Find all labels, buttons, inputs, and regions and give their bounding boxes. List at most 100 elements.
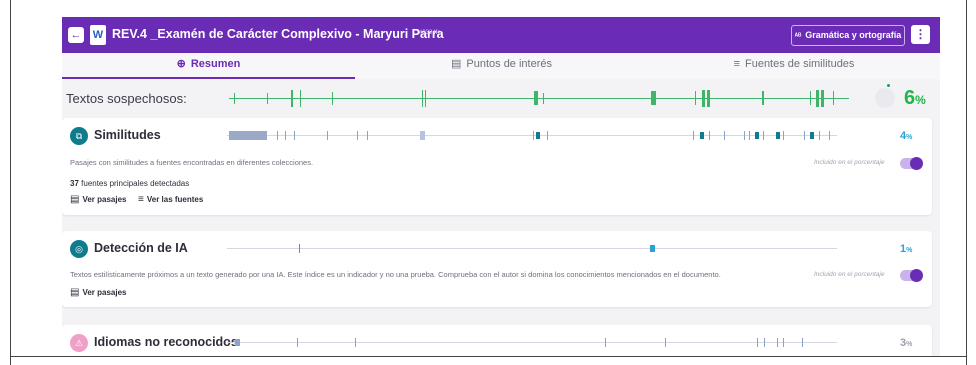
timeline-tick [299, 244, 300, 253]
ai-detection-icon: ◎ [70, 240, 88, 258]
similarities-icon: ⧉ [70, 127, 88, 145]
toggle-knob [910, 269, 923, 282]
screenshot-border-left [10, 0, 11, 365]
ai-detection-description: Textos estilísticamente próximos a un te… [70, 270, 721, 279]
unrecognized-languages-percentage-unit: % [906, 341, 913, 348]
suspicious-texts-row: Textos sospechosos: 6% [62, 79, 940, 117]
ai-detection-view-passages-link[interactable]: ▤ Ver pasajes [70, 287, 127, 298]
warning-triangle-icon: ⚠ [70, 334, 88, 352]
view-sources-label: Ver las fuentes [146, 195, 204, 204]
suspicious-texts-timeline[interactable] [229, 87, 849, 109]
tab-puntos-de-interes[interactable]: ▤ Puntos de interés [355, 53, 648, 79]
similarities-timeline[interactable] [227, 131, 837, 140]
timeline-tick [422, 90, 423, 107]
timeline-marker [235, 339, 240, 346]
timeline-tick [744, 131, 745, 140]
similarities-card: ⧉ Similitudes 4% Pasajes con similitudes… [62, 118, 932, 215]
ai-detection-card: ◎ Detección de IA 1% Textos estilísticam… [62, 231, 932, 307]
timeline-tick [764, 338, 765, 347]
timeline-tick [420, 131, 425, 140]
similarities-view-sources-link[interactable]: ≡ Ver las fuentes [138, 194, 203, 205]
suspicious-percentage-value: 6 [904, 87, 916, 109]
unrecognized-languages-title: Idiomas no reconocidos [94, 335, 238, 349]
timeline-tick [267, 93, 268, 104]
suspicious-percentage: 6% [904, 87, 926, 110]
timeline-tick [229, 131, 267, 140]
word-document-icon: W [90, 25, 106, 45]
timeline-marker [776, 132, 780, 139]
list-icon: ≡ [138, 194, 144, 205]
view-passages-label: Ver pasajes [82, 195, 127, 204]
document-list-icon: ▤ [70, 287, 80, 298]
timeline-tick [816, 90, 819, 107]
similarities-percentage-unit: % [906, 134, 913, 141]
report-app: ← W REV.4 _Examén de Carácter Complexivo… [62, 17, 940, 356]
similarities-view-passages-link[interactable]: ▤ Ver pasajes [70, 194, 127, 205]
unrecognized-languages-card: ⚠ Idiomas no reconocidos 3% [62, 325, 932, 356]
timeline-tick [804, 131, 805, 140]
timeline-tick [291, 90, 293, 107]
view-passages-label: Ver pasajes [82, 288, 127, 297]
document-list-icon: ▤ [450, 58, 462, 70]
document-list-icon: ▤ [70, 194, 80, 205]
magnifier-icon: ⊕ [176, 58, 186, 70]
list-icon: ≡ [733, 58, 740, 70]
timeline-tick [763, 131, 764, 140]
timeline-tick [762, 91, 764, 105]
ai-detection-included-label: Incluido en el porcentaje [814, 271, 885, 278]
tab-label: Resumen [190, 58, 241, 70]
similarities-include-toggle[interactable] [900, 157, 923, 170]
sources-count: 37 [70, 179, 79, 188]
timeline-marker [700, 132, 704, 139]
percentage-donut-indicator [887, 84, 890, 87]
tab-resumen[interactable]: ⊕ Resumen [62, 53, 355, 79]
more-menu-icon[interactable]: ⋮ [911, 25, 930, 44]
similarities-included-label: Incluido en el porcentaje [814, 159, 885, 166]
sources-text: fuentes principales detectadas [81, 179, 190, 188]
tab-fuentes-de-similitudes[interactable]: ≡ Fuentes de similitudes [648, 53, 940, 79]
timeline-marker [650, 245, 655, 252]
timeline-marker [810, 132, 814, 139]
grammar-spelling-button[interactable]: ᴬᴮ Gramática y ortografía [791, 25, 905, 46]
timeline-tick [332, 92, 333, 105]
grammar-spelling-label: Gramática y ortografía [805, 30, 902, 40]
toggle-knob [910, 157, 923, 170]
screenshot-border-bottom [10, 356, 967, 357]
timeline-tick [709, 131, 710, 140]
timeline-tick [534, 91, 538, 105]
timeline-marker [755, 132, 759, 139]
timeline-tick [802, 338, 803, 347]
timeline-tick [777, 338, 778, 347]
timeline-tick [357, 131, 358, 140]
similarities-title: Similitudes [94, 128, 161, 142]
timeline-tick [605, 338, 606, 347]
timeline-tick [749, 131, 750, 140]
sources-detected: 37 fuentes principales detectadas [70, 179, 189, 188]
timeline-tick [234, 93, 235, 104]
tab-label: Puntos de interés [466, 58, 553, 70]
timeline-tick [833, 91, 834, 105]
ai-detection-percentage: 1% [900, 243, 912, 255]
screenshot-border-right [966, 0, 967, 365]
timeline-tick [547, 131, 548, 140]
percentage-donut [875, 88, 895, 108]
timeline-tick [294, 131, 295, 140]
timeline-tick [425, 90, 426, 107]
timeline-tick [543, 93, 544, 104]
timeline-tick [355, 338, 356, 347]
unrecognized-languages-timeline[interactable] [227, 338, 837, 347]
timeline-tick [665, 338, 666, 347]
timeline-tick [285, 131, 286, 140]
timeline-tick [702, 90, 705, 107]
timeline-tick [829, 131, 830, 140]
suspicious-percentage-unit: % [915, 93, 926, 107]
ai-detection-timeline[interactable] [227, 244, 837, 253]
timeline-tick [533, 131, 534, 140]
ai-detection-include-toggle[interactable] [900, 269, 923, 282]
back-arrow-icon[interactable]: ← [68, 27, 84, 43]
timeline-tick [651, 91, 656, 105]
timeline-tick [695, 91, 696, 105]
timeline-tick [821, 90, 824, 107]
tab-label: Fuentes de similitudes [744, 58, 855, 70]
document-id: #9324fe [419, 30, 441, 36]
